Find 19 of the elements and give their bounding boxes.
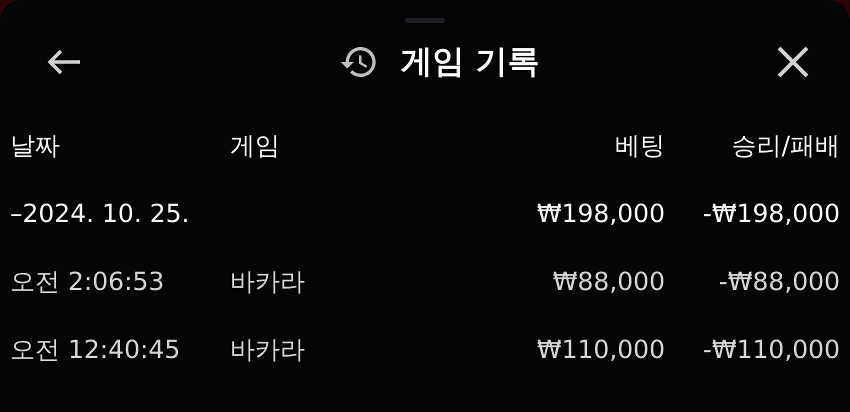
close-icon — [776, 45, 810, 79]
table-cell-text: 오전 12:40:45 — [10, 334, 180, 366]
table-cell-text: 오전 2:06:53 — [10, 266, 164, 298]
table-cell: -₩88,000 — [718, 266, 840, 296]
column-header: 승리/패배 — [732, 130, 840, 162]
column-header: 게임 — [230, 130, 280, 162]
dialog-title: 게임 기록 — [400, 41, 540, 82]
table-cell-text: 바카라 — [230, 334, 305, 366]
group-cell: -₩198,000 — [702, 198, 840, 228]
group-cell: ₩198,000 — [536, 198, 665, 228]
close-button[interactable] — [776, 45, 810, 79]
table-cell: -₩110,000 — [702, 334, 840, 364]
column-header: 날짜 — [10, 130, 60, 162]
group-cell: –2024. 10. 25. — [10, 198, 190, 228]
table-cell: ₩88,000 — [552, 266, 665, 296]
table-cell: ₩110,000 — [536, 334, 665, 364]
table-cell-text: 바카라 — [230, 266, 305, 298]
drag-handle[interactable] — [405, 18, 445, 23]
column-header: 베팅 — [615, 130, 665, 162]
